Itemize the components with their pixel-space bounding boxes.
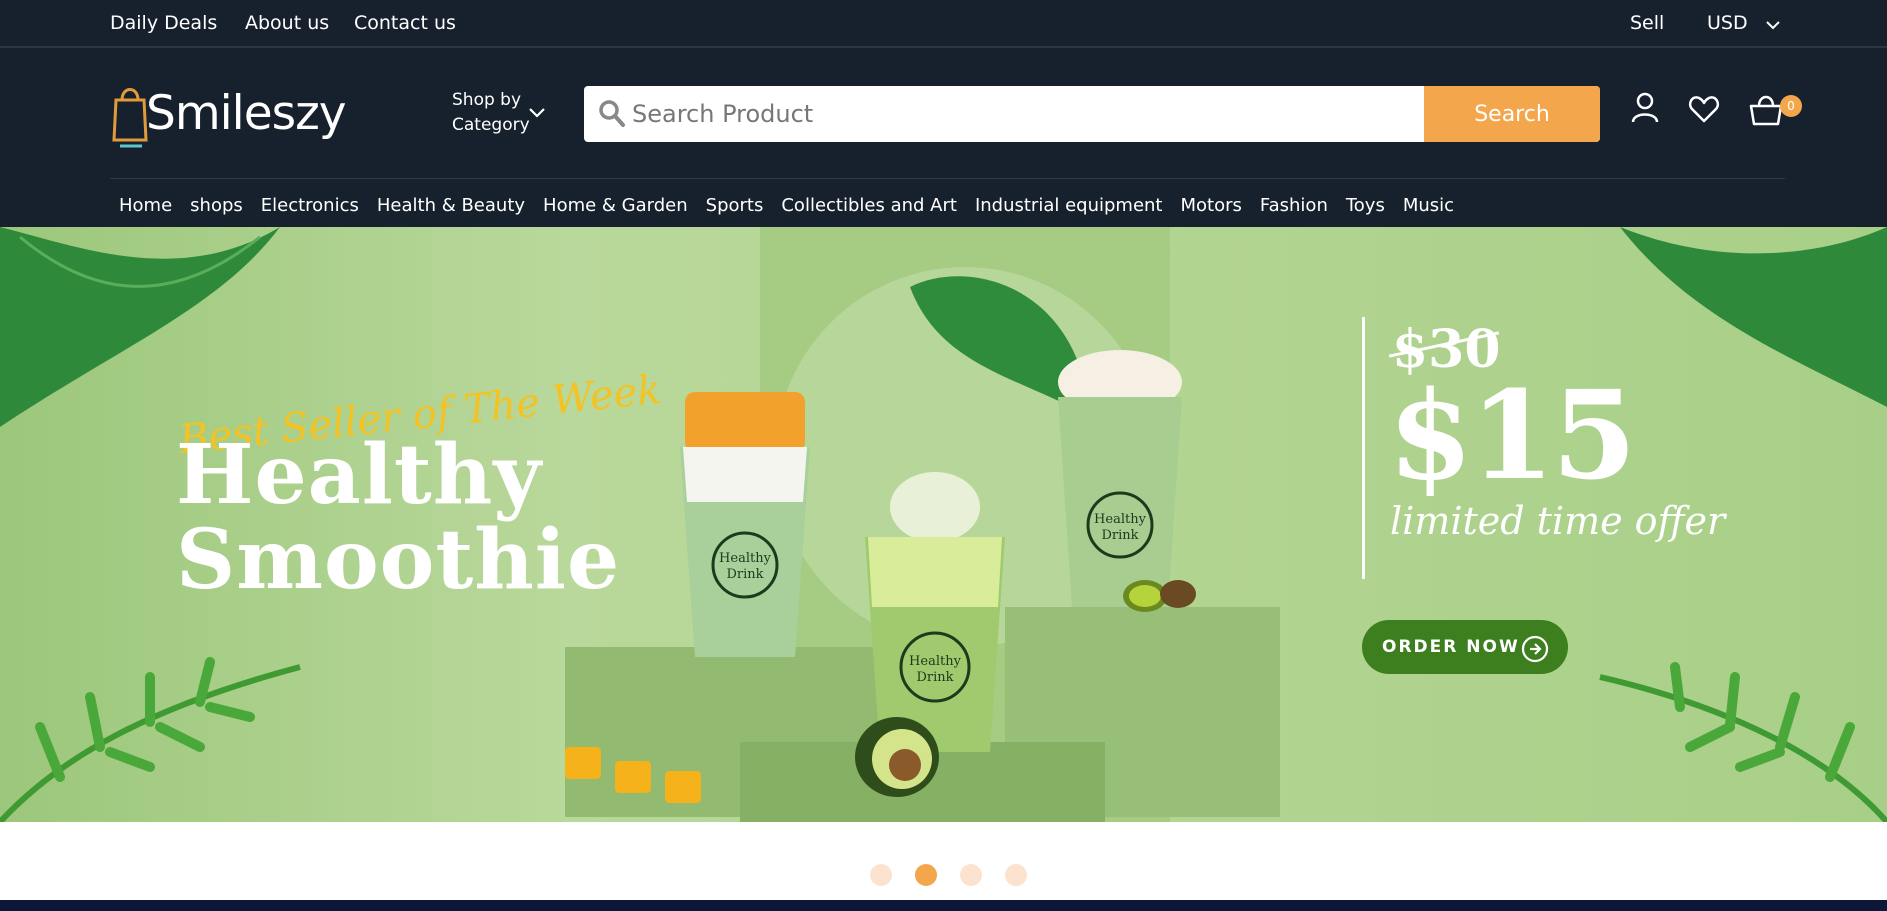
contact-us-link[interactable]: Contact us <box>354 12 456 34</box>
leaf-decoration-icon <box>1620 227 1887 407</box>
user-account-icon[interactable] <box>1630 92 1660 128</box>
carousel-pagination <box>0 864 1887 886</box>
next-section-strip <box>0 900 1887 911</box>
nav-item-industrial-equipment[interactable]: Industrial equipment <box>966 191 1172 221</box>
nav-item-home[interactable]: Home <box>110 191 181 221</box>
search-button[interactable]: Search <box>1424 86 1600 142</box>
headline-line2: Smoothie <box>176 512 621 608</box>
cup-label-line1: Healthy <box>909 654 962 669</box>
headline-line1: Healthy <box>176 427 543 523</box>
search-icon <box>598 99 626 133</box>
shopping-cart-icon[interactable] <box>1748 92 1784 130</box>
arrow-right-circle-icon[interactable] <box>1521 635 1549 667</box>
cart-count-badge: 0 <box>1780 95 1802 117</box>
search-input[interactable] <box>632 86 1422 142</box>
mango-cubes-icon <box>565 747 701 803</box>
nav-item-sports[interactable]: Sports <box>697 191 773 221</box>
nav-item-toys[interactable]: Toys <box>1337 191 1394 221</box>
smoothie-cup-left-icon: Healthy Drink <box>680 392 810 657</box>
fern-decoration-icon <box>0 657 301 822</box>
site-logo[interactable]: Smileszy <box>110 78 350 158</box>
avocado-icon <box>855 717 939 797</box>
nav-item-music[interactable]: Music <box>1394 191 1463 221</box>
top-bar: Daily Deals About us Contact us Sell USD <box>0 0 1887 48</box>
carousel-dot-3[interactable] <box>960 864 982 886</box>
cup-label-line2: Drink <box>916 670 953 685</box>
about-us-link[interactable]: About us <box>245 12 329 34</box>
nav-item-collectibles-art[interactable]: Collectibles and Art <box>772 191 966 221</box>
price-divider <box>1362 317 1365 579</box>
sell-link[interactable]: Sell <box>1630 12 1664 34</box>
search-bar: Search <box>584 86 1600 142</box>
hero-banner[interactable]: Healthy Drink Healthy Drink Healthy Drin… <box>0 227 1887 822</box>
fern-decoration-icon <box>1599 662 1887 822</box>
chevron-down-icon[interactable] <box>1765 16 1781 35</box>
new-price: $15 <box>1388 363 1637 507</box>
nav-item-electronics[interactable]: Electronics <box>252 191 368 221</box>
cup-label-line1: Healthy <box>1094 512 1147 527</box>
carousel-dot-1[interactable] <box>870 864 892 886</box>
nav-item-motors[interactable]: Motors <box>1172 191 1251 221</box>
nav-item-fashion[interactable]: Fashion <box>1251 191 1337 221</box>
main-header: Smileszy Shop by Category Search 0 Home … <box>0 48 1887 227</box>
limited-offer-text: limited time offer <box>1390 499 1726 543</box>
cup-label-line2: Drink <box>726 567 763 582</box>
carousel-dot-4[interactable] <box>1005 864 1027 886</box>
carousel-dot-2[interactable] <box>915 864 937 886</box>
header-divider <box>110 178 1785 179</box>
kiwi-icon <box>1123 580 1196 612</box>
chevron-down-icon[interactable] <box>528 104 546 123</box>
daily-deals-link[interactable]: Daily Deals <box>110 12 217 34</box>
currency-select[interactable]: USD <box>1707 12 1748 34</box>
logo-text: Smileszy <box>146 86 347 141</box>
cup-label-line1: Healthy <box>719 551 772 566</box>
nav-item-health-beauty[interactable]: Health & Beauty <box>368 191 534 221</box>
shopping-bag-logo-icon <box>112 88 148 148</box>
category-nav: Home shops Electronics Health & Beauty H… <box>110 191 1463 221</box>
nav-item-shops[interactable]: shops <box>181 191 252 221</box>
cup-label-line2: Drink <box>1101 528 1138 543</box>
wishlist-heart-icon[interactable] <box>1688 95 1720 127</box>
nav-item-home-garden[interactable]: Home & Garden <box>534 191 697 221</box>
